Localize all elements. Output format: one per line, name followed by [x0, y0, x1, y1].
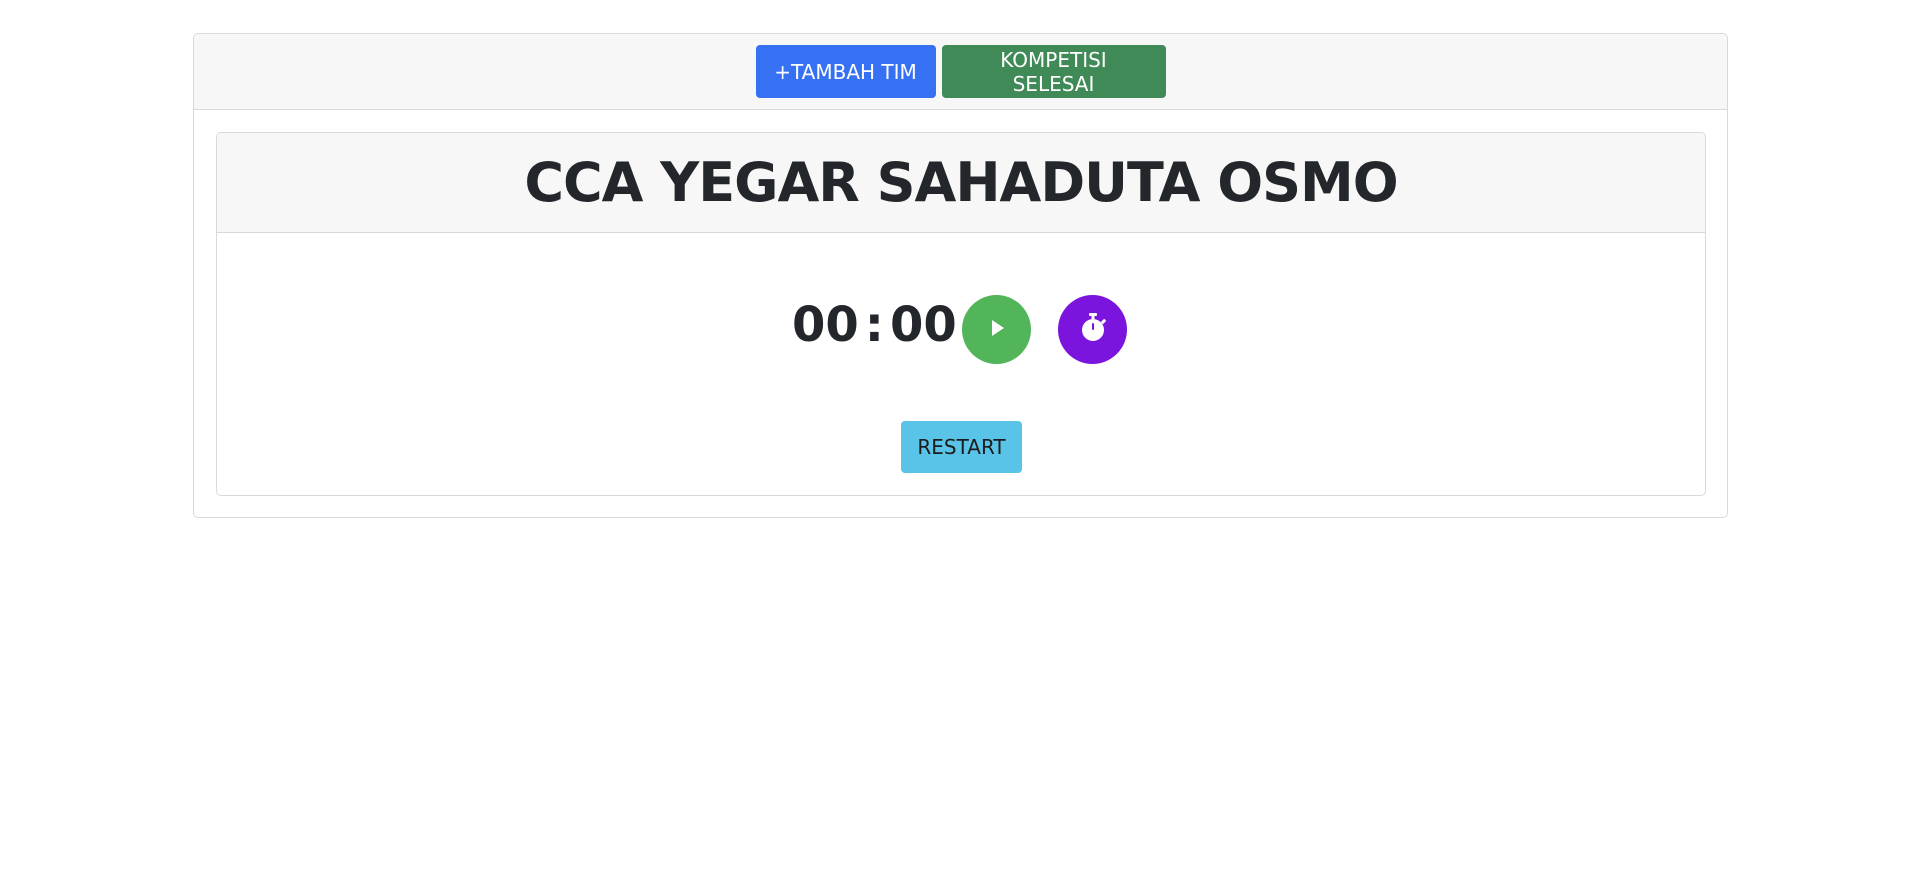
team-name: CCA YEGAR SAHADUTA OSMO: [524, 151, 1398, 214]
competition-card: +TAMBAH TIM KOMPETISI SELESAI CCA YEGAR …: [193, 33, 1728, 518]
stopwatch-icon: [1078, 312, 1108, 347]
timer-minutes: 00: [792, 297, 859, 353]
restart-button[interactable]: RESTART: [901, 421, 1022, 473]
add-team-button[interactable]: +TAMBAH TIM: [755, 45, 936, 98]
toolbar: +TAMBAH TIM KOMPETISI SELESAI: [194, 34, 1727, 110]
play-button[interactable]: [962, 295, 1031, 364]
stopwatch-button[interactable]: [1058, 295, 1127, 364]
timer-separator: :: [864, 297, 884, 353]
play-icon: [986, 317, 1008, 342]
timer-seconds: 00: [890, 297, 957, 353]
team-card: CCA YEGAR SAHADUTA OSMO 00 : 00 RESTART: [216, 132, 1706, 496]
finish-competition-button[interactable]: KOMPETISI SELESAI: [941, 45, 1166, 98]
timer-display: 00 : 00: [792, 297, 957, 353]
team-card-header: CCA YEGAR SAHADUTA OSMO: [217, 133, 1705, 233]
timer-row: 00 : 00: [217, 295, 1705, 365]
